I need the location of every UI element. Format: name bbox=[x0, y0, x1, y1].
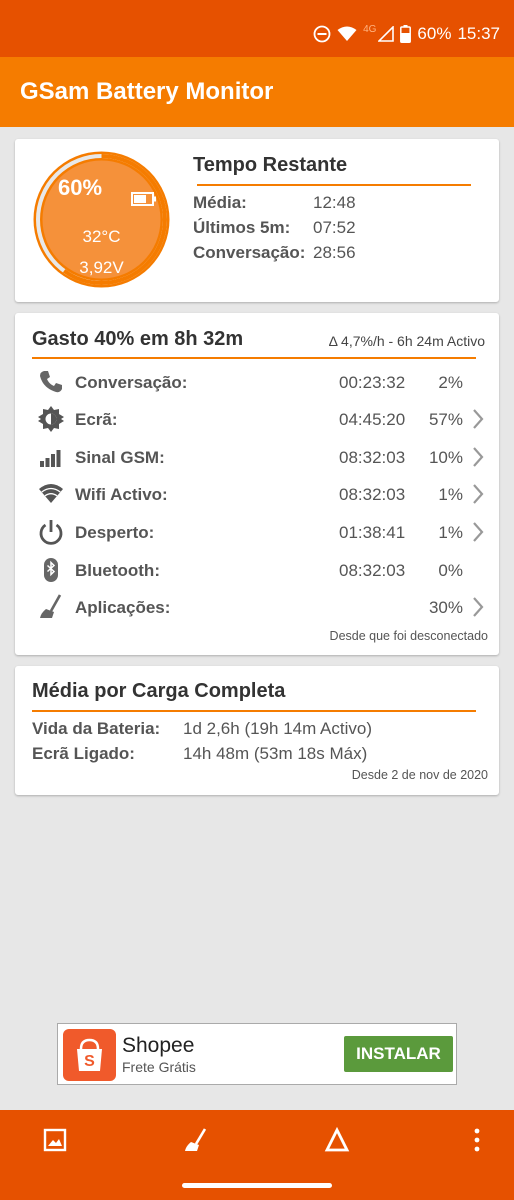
row-value: 07:52 bbox=[313, 218, 356, 237]
full-charge-row: Vida da Bateria: 1d 2,6h (19h 14m Activo… bbox=[32, 719, 372, 739]
battery-gauge: 60% 32°C 3,92V bbox=[31, 149, 172, 290]
usage-time: 01:38:41 bbox=[339, 523, 406, 542]
usage-label: Ecrã: bbox=[75, 410, 118, 429]
row-label: Ecrã Ligado: bbox=[32, 744, 135, 763]
usage-time: 08:32:03 bbox=[339, 485, 406, 504]
usage-card: Gasto 40% em 8h 32m Δ 4,7%/h - 6h 24m Ac… bbox=[15, 313, 499, 655]
app-bar: GSam Battery Monitor bbox=[0, 57, 514, 127]
chevron-right-icon[interactable] bbox=[471, 483, 485, 505]
battery-charge-icon bbox=[131, 192, 156, 206]
usage-label: Wifi Activo: bbox=[75, 485, 168, 504]
full-charge-title: Média por Carga Completa bbox=[32, 680, 286, 702]
usage-row-awake[interactable]: Desperto: 01:38:41 1% bbox=[15, 515, 499, 551]
network-type: 4G bbox=[363, 23, 377, 35]
app-title: GSam Battery Monitor bbox=[20, 78, 274, 105]
divider bbox=[32, 357, 476, 359]
row-label: Conversação: bbox=[193, 243, 306, 262]
usage-label: Aplicações: bbox=[75, 598, 171, 617]
broom-icon bbox=[40, 594, 62, 618]
chevron-right-icon[interactable] bbox=[471, 408, 485, 430]
usage-percent: 30% bbox=[428, 598, 463, 617]
row-label: Média: bbox=[193, 193, 247, 212]
usage-percent: 2% bbox=[438, 373, 463, 392]
usage-time: 08:32:03 bbox=[339, 448, 406, 467]
usage-label: Desperto: bbox=[75, 523, 155, 542]
status-time: 15:37 bbox=[457, 24, 500, 43]
usage-percent: 1% bbox=[438, 523, 463, 542]
usage-label: Bluetooth: bbox=[75, 561, 160, 580]
usage-percent: 10% bbox=[428, 448, 463, 467]
row-value: 14h 48m (53m 18s Máx) bbox=[183, 744, 368, 763]
usage-row-apps[interactable]: Aplicações: 30% bbox=[15, 590, 499, 626]
more-vert-icon[interactable] bbox=[464, 1127, 490, 1153]
time-remaining-title: Tempo Restante bbox=[193, 154, 348, 176]
time-remaining-row: Últimos 5m: 07:52 bbox=[193, 218, 356, 238]
system-nav-bar bbox=[0, 1170, 514, 1200]
usage-footnote: Desde que foi desconectado bbox=[329, 629, 488, 643]
usage-rate: Δ 4,7%/h - 6h 24m Activo bbox=[328, 333, 485, 349]
usage-label: Conversação: bbox=[75, 373, 188, 392]
usage-label: Sinal GSM: bbox=[75, 448, 165, 467]
usage-percent: 1% bbox=[438, 485, 463, 504]
usage-title: Gasto 40% em 8h 32m bbox=[32, 328, 244, 350]
power-icon bbox=[39, 520, 63, 545]
usage-row-conversation[interactable]: Conversação: 00:23:32 2% bbox=[15, 365, 499, 401]
usage-percent: 57% bbox=[428, 410, 463, 429]
signal-icon bbox=[40, 450, 61, 467]
gauge-voltage: 3,92V bbox=[79, 258, 124, 277]
ad-banner[interactable]: S Shopee Frete Grátis INSTALAR bbox=[57, 1023, 457, 1085]
usage-row-screen[interactable]: Ecrã: 04:45:20 57% bbox=[15, 402, 499, 438]
time-remaining-row: Conversação: 28:56 bbox=[193, 243, 356, 263]
status-battery-percent: 60% bbox=[417, 24, 452, 43]
wifi-icon bbox=[39, 484, 63, 503]
row-value: 28:56 bbox=[313, 243, 356, 262]
row-label: Vida da Bateria: bbox=[32, 719, 161, 738]
gauge-percent: 60% bbox=[58, 175, 103, 200]
full-charge-footnote: Desde 2 de nov de 2020 bbox=[351, 768, 488, 782]
row-label: Últimos 5m: bbox=[193, 218, 291, 237]
install-button[interactable]: INSTALAR bbox=[344, 1036, 453, 1072]
usage-row-bluetooth[interactable]: Bluetooth: 08:32:03 0% bbox=[15, 553, 499, 589]
dnd-icon bbox=[313, 25, 331, 43]
battery-status-icon bbox=[400, 25, 412, 43]
usage-row-wifi[interactable]: Wifi Activo: 08:32:03 1% bbox=[15, 477, 499, 513]
row-value: 12:48 bbox=[313, 193, 356, 212]
gauge-temperature: 32°C bbox=[82, 227, 121, 246]
bluetooth-icon bbox=[44, 558, 58, 582]
brightness-icon bbox=[38, 406, 64, 432]
usage-row-gsm-signal[interactable]: Sinal GSM: 08:32:03 10% bbox=[15, 440, 499, 476]
broom-icon[interactable] bbox=[183, 1127, 209, 1153]
ad-subtitle: Frete Grátis bbox=[122, 1059, 196, 1075]
usage-time: 00:23:32 bbox=[339, 373, 406, 392]
home-indicator[interactable] bbox=[182, 1183, 332, 1188]
usage-time: 08:32:03 bbox=[339, 561, 406, 580]
time-remaining-card[interactable]: 60% 32°C 3,92V Tempo Restante Média: 12:… bbox=[15, 139, 499, 302]
wifi-status-icon bbox=[337, 26, 357, 41]
svg-text:S: S bbox=[84, 1053, 95, 1070]
cell-signal-icon bbox=[378, 26, 395, 42]
time-remaining-row: Média: 12:48 bbox=[193, 193, 356, 213]
usage-percent: 0% bbox=[438, 561, 463, 580]
bottom-toolbar bbox=[0, 1110, 514, 1170]
chevron-right-icon[interactable] bbox=[471, 596, 485, 618]
image-icon[interactable] bbox=[42, 1127, 68, 1153]
phone-icon bbox=[40, 371, 62, 393]
usage-time: 04:45:20 bbox=[339, 410, 406, 429]
ad-app-name: Shopee bbox=[122, 1034, 195, 1057]
full-charge-card: Média por Carga Completa Vida da Bateria… bbox=[15, 666, 499, 795]
chevron-right-icon[interactable] bbox=[471, 521, 485, 543]
chevron-right-icon[interactable] bbox=[471, 446, 485, 468]
divider bbox=[32, 710, 476, 712]
shopee-logo: S bbox=[63, 1029, 116, 1081]
divider bbox=[197, 184, 471, 186]
status-bar: 4G 60% 15:37 bbox=[0, 0, 514, 57]
row-value: 1d 2,6h (19h 14m Activo) bbox=[183, 719, 373, 738]
delta-icon[interactable] bbox=[324, 1127, 350, 1153]
full-charge-row: Ecrã Ligado: 14h 48m (53m 18s Máx) bbox=[32, 744, 367, 764]
